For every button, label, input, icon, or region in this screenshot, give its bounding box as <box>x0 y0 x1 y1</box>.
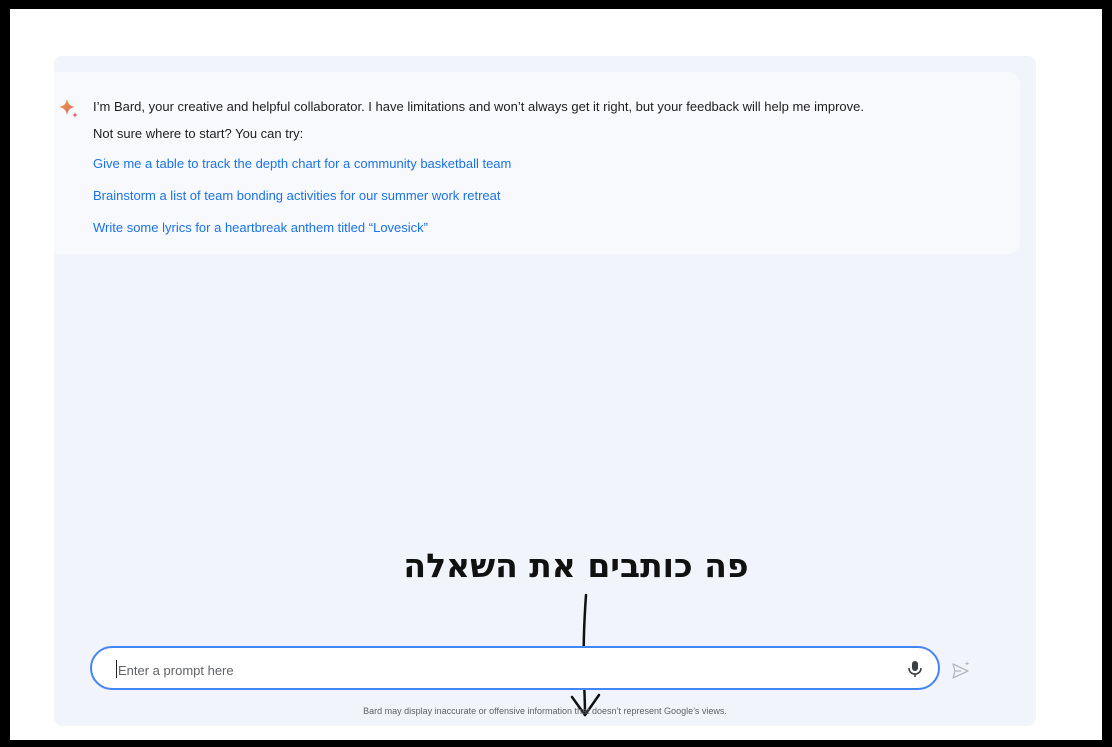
text-caret <box>116 660 117 678</box>
bard-intro-text: I’m Bard, your creative and helpful coll… <box>93 99 864 114</box>
send-icon[interactable] <box>951 660 971 680</box>
chat-area: I’m Bard, your creative and helpful coll… <box>54 56 1036 726</box>
microphone-icon[interactable] <box>905 658 925 680</box>
annotation-label: פה כותבים את השאלה <box>403 546 749 585</box>
try-label: Not sure where to start? You can try: <box>93 126 304 141</box>
welcome-card: I’m Bard, your creative and helpful coll… <box>54 72 1020 254</box>
prompt-input[interactable] <box>116 659 880 681</box>
prompt-box <box>90 646 940 690</box>
suggestion-link[interactable]: Write some lyrics for a heartbreak anthe… <box>93 220 428 235</box>
screenshot-frame: I’m Bard, your creative and helpful coll… <box>10 9 1102 740</box>
disclaimer-text: Bard may display inaccurate or offensive… <box>363 706 727 716</box>
suggestion-link[interactable]: Give me a table to track the depth chart… <box>93 156 511 171</box>
suggestion-link[interactable]: Brainstorm a list of team bonding activi… <box>93 188 500 203</box>
bard-sparkle-icon <box>59 99 78 118</box>
